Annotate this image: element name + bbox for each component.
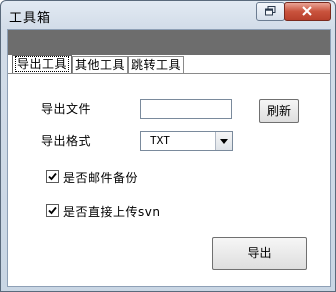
restore-button[interactable]: [256, 2, 285, 21]
mail-backup-label: 是否邮件备份: [63, 171, 139, 185]
header-band: [8, 30, 330, 55]
checkmark-icon: [48, 206, 57, 215]
tool-window: 工具箱 导出工具 其他工具 跳转工具 导出文件 刷新 导出格式 TXT 是否邮件…: [0, 0, 336, 292]
refresh-button[interactable]: 刷新: [259, 99, 299, 123]
client-area: 导出工具 其他工具 跳转工具 导出文件 刷新 导出格式 TXT 是否邮件备份 是…: [7, 29, 331, 287]
restore-icon: [265, 6, 276, 16]
tab-label: 导出工具: [15, 56, 70, 72]
export-format-value: TXT: [150, 134, 170, 147]
tab-export-tools[interactable]: 导出工具: [12, 55, 73, 73]
export-file-input[interactable]: [140, 99, 232, 119]
title-bar[interactable]: 工具箱: [1, 1, 335, 29]
export-file-label: 导出文件: [41, 102, 92, 116]
export-format-select[interactable]: TXT: [140, 131, 233, 151]
tab-strip: 导出工具 其他工具 跳转工具: [12, 55, 185, 74]
window-title: 工具箱: [9, 11, 52, 26]
close-icon: [302, 6, 312, 16]
tab-jump-tools[interactable]: 跳转工具: [128, 56, 185, 73]
upload-svn-checkbox[interactable]: [46, 204, 59, 217]
tab-label: 其他工具: [75, 58, 126, 72]
close-button[interactable]: [284, 2, 331, 21]
tab-other-tools[interactable]: 其他工具: [72, 56, 129, 73]
dropdown-arrow-icon: [220, 139, 228, 144]
tab-label: 跳转工具: [131, 58, 182, 72]
export-format-label: 导出格式: [41, 134, 92, 148]
export-panel: 导出文件 刷新 导出格式 TXT 是否邮件备份 是否直接上传svn 导出: [8, 74, 330, 286]
export-button[interactable]: 导出: [212, 237, 307, 270]
checkmark-icon: [48, 172, 57, 181]
format-dropdown-button[interactable]: [215, 132, 232, 150]
upload-svn-label: 是否直接上传svn: [63, 205, 161, 219]
mail-backup-checkbox[interactable]: [46, 170, 59, 183]
